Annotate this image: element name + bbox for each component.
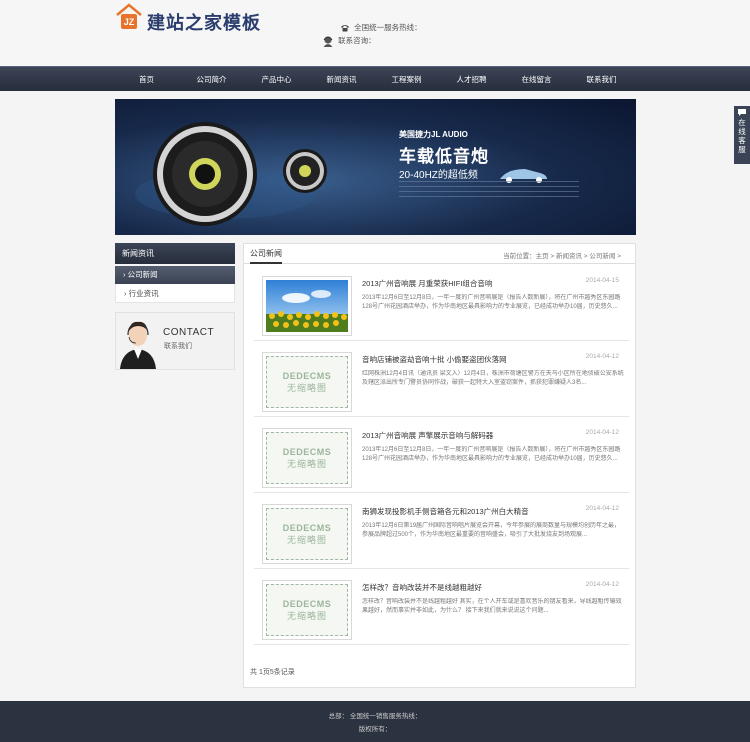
- article-row[interactable]: DEDECMS 无缩略图 2013广州音响展 声擎展示音响与解码器 2014-0…: [254, 418, 629, 493]
- contact-title: CONTACT: [163, 327, 215, 338]
- nav-item-cases[interactable]: 工程案例: [374, 67, 439, 92]
- panel-header: 公司新闻 当前位置：主页 > 新闻资讯 > 公司新闻 >: [244, 244, 635, 264]
- article-row[interactable]: 2013广州音响展 月重荣获HIFI组合音响 2014-04-15 2013年1…: [254, 266, 629, 341]
- article-title[interactable]: 2013广州音响展 月重荣获HIFI组合音响: [362, 278, 587, 289]
- footer-copyright: 版权所有：: [358, 726, 392, 733]
- sidebar-item-industry-news[interactable]: › 行业资讯: [115, 284, 235, 303]
- placeholder-line-2: 无缩略图: [286, 610, 327, 621]
- article-thumbnail[interactable]: DEDECMS 无缩略图: [262, 352, 352, 412]
- nav-item-home[interactable]: 首页: [114, 67, 179, 92]
- footer-hotline: 总部： 全国统一销售服务热线：: [328, 713, 422, 720]
- main-nav: 首页 公司简介 产品中心 新闻资讯 工程案例 人才招聘 在线留言 联系我们: [0, 66, 750, 91]
- article-date: 2014-04-12: [585, 353, 619, 360]
- article-summary: 2013年12月6日至12月8日，一年一度的广州音响展是（报告人数新展），将在广…: [362, 295, 621, 310]
- breadcrumb: 当前位置：主页 > 新闻资讯 > 公司新闻 >: [503, 253, 621, 260]
- site-title: 建站之家模板: [147, 13, 261, 33]
- article-thumbnail[interactable]: DEDECMS 无缩略图: [262, 428, 352, 488]
- placeholder-line-1: DEDECMS: [282, 370, 332, 381]
- article-date: 2014-04-15: [585, 277, 619, 284]
- article-summary: 红网株洲12月4日讯（通讯员 梁文入）12月4日，株洲市荷塘区警方在天马小区所在…: [362, 371, 624, 386]
- article-summary: 2013年12月6日至12月8日，一年一度的广州音响展是（报告人数新展），将在广…: [362, 447, 621, 462]
- site-logo[interactable]: JZ 建站之家模板: [116, 3, 264, 33]
- article-thumbnail[interactable]: DEDECMS 无缩略图: [262, 504, 352, 564]
- hotline: 全国统一服务热线：: [340, 22, 422, 33]
- sidebar-item-label: 行业资讯: [128, 289, 159, 298]
- banner-brand: 美国捷力JL AUDIO: [399, 130, 468, 139]
- article-thumbnail[interactable]: DEDECMS 无缩略图: [262, 580, 352, 640]
- placeholder-image: DEDECMS 无缩略图: [266, 432, 348, 484]
- phone-icon: [341, 25, 349, 32]
- nav-list: 首页 公司简介 产品中心 新闻资讯 工程案例 人才招聘 在线留言 联系我们: [114, 67, 634, 92]
- article-date: 2014-04-12: [585, 505, 619, 512]
- placeholder-line-2: 无缩略图: [286, 382, 327, 393]
- banner-subline: 20-40HZ的超低频: [399, 170, 478, 181]
- article-summary: 2013年12月6日第19届广州国际音响唱片展览会开幕，今年参展的展商数量与规模…: [362, 523, 621, 538]
- article-title[interactable]: 音响店铺被盗劫音响十批 小偷娶盗团伙落网: [362, 354, 587, 365]
- nav-item-about[interactable]: 公司简介: [179, 67, 244, 92]
- site-header: JZ 建站之家模板 全国统一服务热线： 联系咨询：: [0, 0, 750, 66]
- nav-item-message[interactable]: 在线留言: [504, 67, 569, 92]
- article-row[interactable]: DEDECMS 无缩略图 南狮发现投影机手侧音箱各元和2013广州白大精音 20…: [254, 494, 629, 569]
- contact-subtitle: 联系我们: [164, 343, 192, 350]
- sidebar-item-label: 公司新闻: [127, 270, 158, 279]
- svg-text:JZ: JZ: [124, 17, 135, 27]
- placeholder-line-1: DEDECMS: [282, 598, 332, 609]
- article-summary: 怎样改？音响改装并不是线越粗越好 其实，在个人开车或是喜欢音乐的朋友看来，导线越…: [362, 599, 622, 614]
- article-thumbnail[interactable]: [262, 276, 352, 336]
- house-logo-icon: JZ: [116, 3, 142, 29]
- placeholder-line-1: DEDECMS: [282, 522, 332, 533]
- article-date: 2014-04-12: [585, 429, 619, 436]
- chat-icon: [738, 109, 746, 116]
- placeholder-line-1: DEDECMS: [282, 446, 332, 457]
- article-title[interactable]: 怎样改？音响改装并不是线越粗越好: [362, 582, 587, 593]
- sunflower-field-image: [266, 280, 348, 332]
- contact-box[interactable]: CONTACT 联系我们: [115, 312, 235, 370]
- nav-item-news[interactable]: 新闻资讯: [309, 67, 374, 92]
- article-row[interactable]: DEDECMS 无缩略图 怎样改？音响改装并不是线越粗越好 2014-04-12…: [254, 570, 629, 645]
- service-agent-image: [120, 321, 156, 369]
- placeholder-image: DEDECMS 无缩略图: [266, 356, 348, 408]
- placeholder-line-2: 无缩略图: [286, 534, 327, 545]
- placeholder-line-2: 无缩略图: [286, 458, 327, 469]
- online-service-label: 在线客服: [738, 118, 746, 154]
- consult-text: 联系咨询：: [338, 36, 376, 45]
- article-title[interactable]: 南狮发现投影机手侧音箱各元和2013广州白大精音: [362, 506, 587, 517]
- nav-item-contact[interactable]: 联系我们: [569, 67, 634, 92]
- online-service-tab[interactable]: 在线客服: [734, 106, 750, 164]
- article-row[interactable]: DEDECMS 无缩略图 音响店铺被盗劫音响十批 小偷娶盗团伙落网 2014-0…: [254, 342, 629, 417]
- hero-banner[interactable]: 美国捷力JL AUDIO 车载低音炮 20-40HZ的超低频: [115, 99, 636, 235]
- site-footer: 总部： 全国统一销售服务热线： 版权所有：: [0, 701, 750, 742]
- news-panel: 公司新闻 当前位置：主页 > 新闻资讯 > 公司新闻 > 2013广州音响展 月…: [243, 243, 636, 688]
- placeholder-image: DEDECMS 无缩略图: [266, 508, 348, 560]
- sidebar: 新闻资讯 › 公司新闻 › 行业资讯 CONTACT 联系我们: [115, 243, 235, 370]
- article-title[interactable]: 2013广州音响展 声擎展示音响与解码器: [362, 430, 587, 441]
- nav-item-products[interactable]: 产品中心: [244, 67, 309, 92]
- subwoofer-speaker-image: [135, 122, 547, 226]
- article-date: 2014-04-12: [585, 581, 619, 588]
- nav-item-jobs[interactable]: 人才招聘: [439, 67, 504, 92]
- banner-headline: 车载低音炮: [399, 147, 489, 166]
- sidebar-item-company-news[interactable]: › 公司新闻: [115, 266, 235, 284]
- placeholder-image: DEDECMS 无缩略图: [266, 584, 348, 636]
- panel-title: 公司新闻: [250, 248, 282, 264]
- sidebar-title: 新闻资讯: [115, 243, 235, 264]
- hotline-text: 全国统一服务热线：: [354, 23, 422, 32]
- pagination-info: 共 1页5条记录: [250, 669, 295, 676]
- consult: 联系咨询：: [322, 35, 376, 48]
- banner-fine-print: [399, 181, 579, 199]
- headset-person-icon: [323, 36, 333, 48]
